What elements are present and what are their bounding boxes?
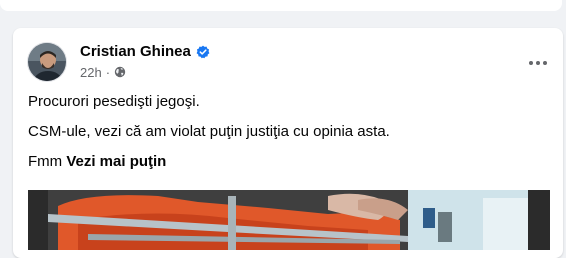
author-avatar[interactable] [27, 42, 67, 82]
author-row: Cristian Ghinea [80, 42, 210, 62]
post-card: Cristian Ghinea 22h · Procurori pesedişt… [13, 28, 563, 258]
post-text: Procurori pesedişti jegoşi. CSM-ule, vez… [28, 92, 547, 182]
post-text-prefix: Fmm [28, 153, 63, 170]
post-text-line: Fmm Vezi mai puţin [28, 152, 547, 172]
post-image[interactable] [28, 190, 550, 250]
post-text-line: CSM-ule, vezi că am violat puţin justiţi… [28, 123, 390, 140]
verified-badge-icon [196, 45, 210, 59]
post-meta: 22h · [80, 64, 126, 80]
globe-icon[interactable] [114, 66, 126, 78]
post-text-line: Procurori pesedişti jegoşi. [28, 93, 200, 110]
post-options-button[interactable] [523, 48, 553, 78]
meta-separator: · [105, 64, 111, 80]
previous-post-card-edge [0, 0, 562, 11]
see-less-link[interactable]: Vezi mai puţin [66, 153, 166, 170]
author-name[interactable]: Cristian Ghinea [80, 42, 191, 62]
post-timestamp[interactable]: 22h [80, 65, 102, 80]
more-horizontal-icon [529, 61, 547, 65]
